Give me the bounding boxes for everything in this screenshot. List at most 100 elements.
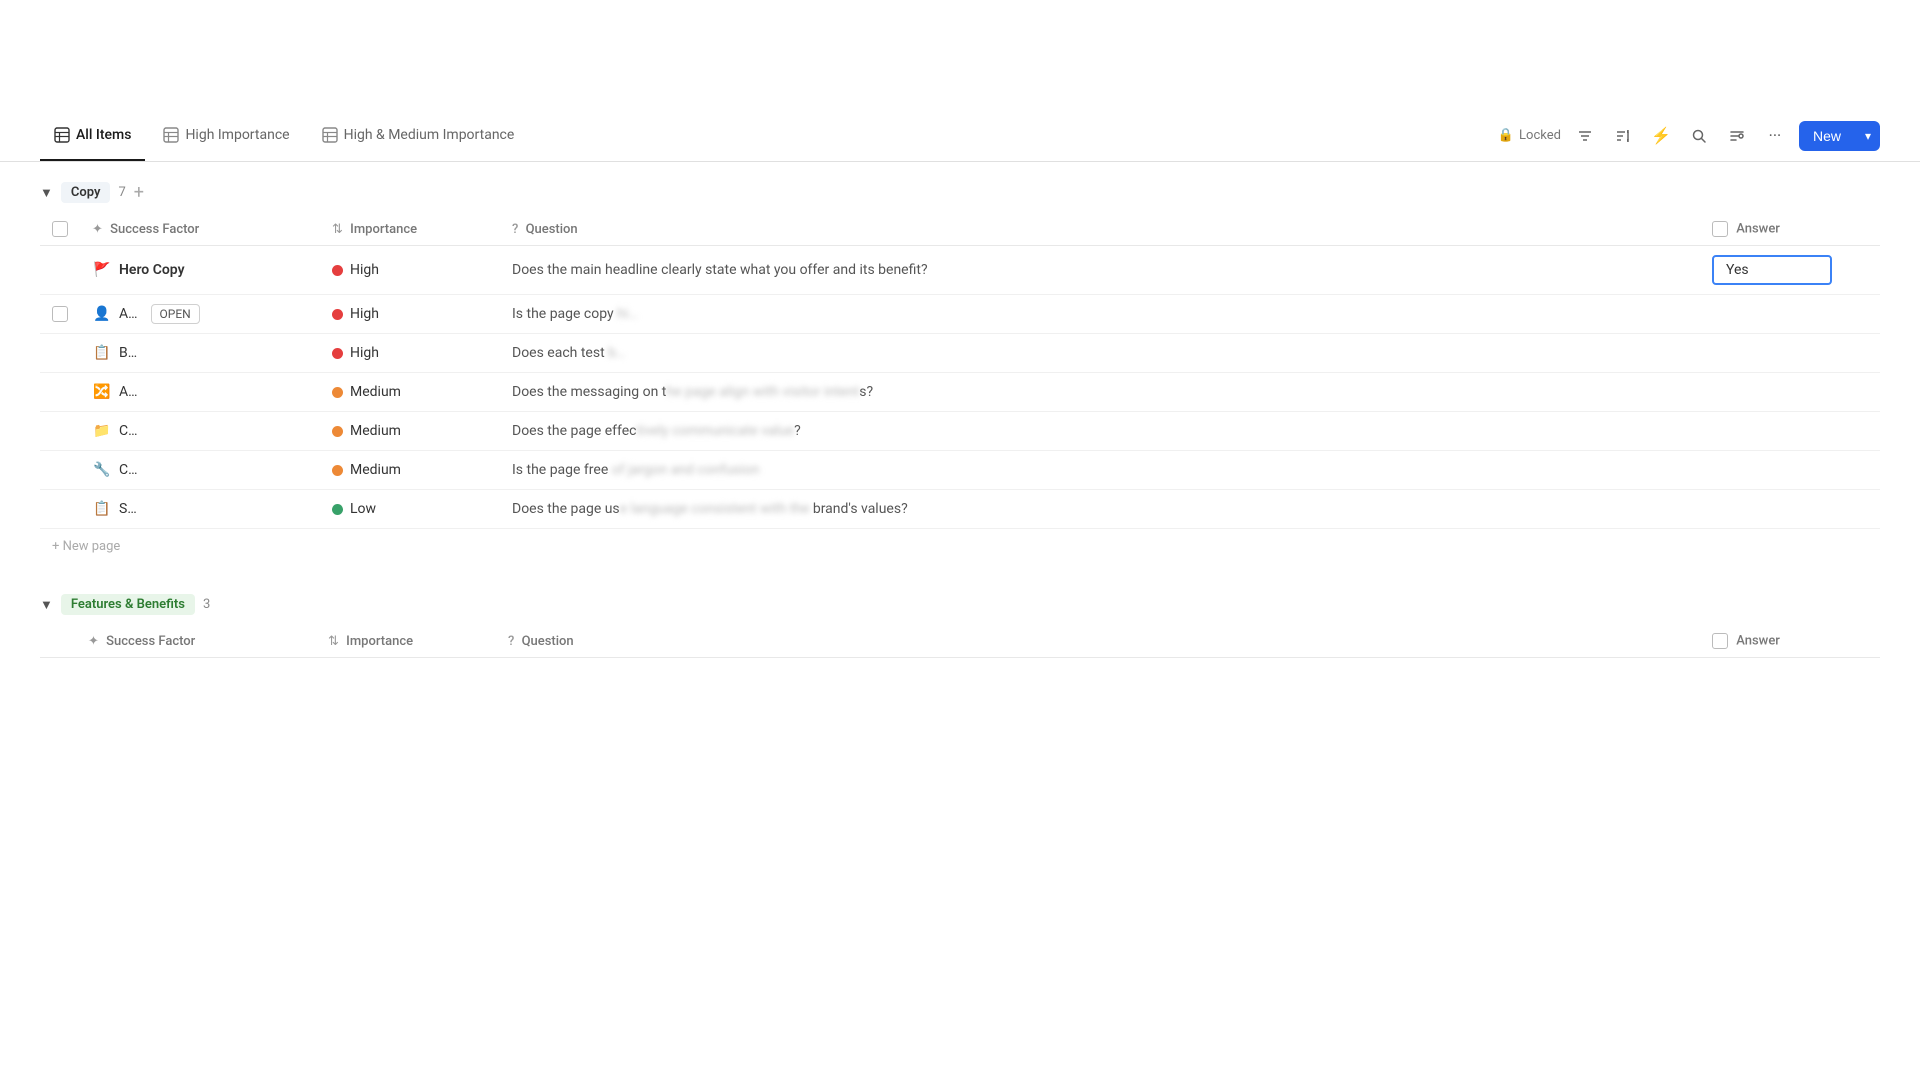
row-importance-3: High xyxy=(320,334,500,373)
table-icon-2 xyxy=(163,127,179,143)
answer-yes-hero[interactable]: Yes xyxy=(1712,255,1832,285)
tab-high-importance-label: High Importance xyxy=(185,127,289,143)
tabs-bar: All Items High Importance xyxy=(0,110,1920,162)
question-text-5-blurred: tively communicate value xyxy=(636,423,794,439)
row-question-hero: Does the main headline clearly state wha… xyxy=(500,246,1700,295)
features-header-answer: Answer xyxy=(1700,625,1880,658)
row-answer-hero[interactable]: Yes xyxy=(1700,246,1880,295)
row-answer-5 xyxy=(1700,412,1880,451)
header-checkbox[interactable] xyxy=(52,221,68,237)
tab-high-medium[interactable]: High & Medium Importance xyxy=(308,110,529,161)
row-sf-4[interactable]: 🔀 A… xyxy=(80,373,320,412)
features-group-label: Features & Benefits xyxy=(61,594,195,615)
header-question-label: Question xyxy=(526,222,578,237)
lightning-icon[interactable]: ⚡ xyxy=(1647,122,1675,150)
row-question-6: Is the page free of jargon and confusion xyxy=(500,451,1700,490)
row-check-2[interactable] xyxy=(40,295,80,334)
copy-table: ✦ Success Factor ⇅ Importance ? Question… xyxy=(40,213,1880,564)
features-table: ✦ Success Factor ⇅ Importance ? Question… xyxy=(40,625,1880,658)
row-importance-7: Low xyxy=(320,490,500,529)
importance-label-4: Medium xyxy=(350,384,401,400)
sort-icon[interactable] xyxy=(1609,122,1637,150)
row-sf-2[interactable]: 👤 A… OPEN xyxy=(80,295,320,334)
row-importance-2: High xyxy=(320,295,500,334)
row-question-2: Is the page copy hi… xyxy=(500,295,1700,334)
row-sf-7[interactable]: 📋 S… xyxy=(80,490,320,529)
row-question-5: Does the page effectively communicate va… xyxy=(500,412,1700,451)
importance-dot-hero xyxy=(332,265,343,276)
row-sf-6[interactable]: 🔧 C… xyxy=(80,451,320,490)
row-sf-5[interactable]: 📁 C… xyxy=(80,412,320,451)
features-question-icon: ? xyxy=(508,634,514,649)
row6-sf-name: C… xyxy=(119,462,137,478)
open-badge[interactable]: OPEN xyxy=(151,304,200,324)
importance-dot-7 xyxy=(332,504,343,515)
features-group-toggle[interactable]: ▼ xyxy=(40,597,53,613)
question-header-icon: ? xyxy=(512,222,518,237)
filter-icon[interactable] xyxy=(1571,122,1599,150)
question-text-6-blurred: of jargon and confusion xyxy=(608,462,759,478)
row7-sf-name: S… xyxy=(119,501,137,517)
importance-dot-3 xyxy=(332,348,343,359)
features-sf-icon: ✦ xyxy=(88,634,99,649)
row-answer-4 xyxy=(1700,373,1880,412)
importance-dot-5 xyxy=(332,426,343,437)
tab-all-items-label: All Items xyxy=(76,127,131,143)
search-icon[interactable] xyxy=(1685,122,1713,150)
features-header-sf-label: Success Factor xyxy=(106,634,195,649)
row-check-hero xyxy=(40,246,80,295)
section-gap xyxy=(40,564,1880,594)
question-text-2-blurred: hi… xyxy=(617,306,637,322)
row-check-7 xyxy=(40,490,80,529)
features-header-importance: ⇅ Importance xyxy=(316,625,496,658)
table-row: 🔀 A… Medium Does the messaging on the pa… xyxy=(40,373,1880,412)
row-importance-hero: High xyxy=(320,246,500,295)
question-text-4-blurred: he page align with visitor intent xyxy=(666,384,859,400)
features-header-question: ? Question xyxy=(496,625,1700,658)
row6-sf-icon: 🔧 xyxy=(92,460,112,480)
question-text-3-visible: Does each test xyxy=(512,345,608,361)
row2-checkbox[interactable] xyxy=(52,306,68,322)
row-sf-3[interactable]: 📋 B… xyxy=(80,334,320,373)
tab-all-items[interactable]: All Items xyxy=(40,110,145,161)
row2-sf-name: A… xyxy=(119,306,138,322)
new-page-label[interactable]: + New page xyxy=(52,539,120,554)
header-success-factor: ✦ Success Factor xyxy=(80,213,320,246)
question-text-7-visible: Does the page us xyxy=(512,501,620,517)
row5-sf-icon: 📁 xyxy=(92,421,112,441)
table-row: 👤 A… OPEN High Is the page copy hi… xyxy=(40,295,1880,334)
row7-sf-icon: 📋 xyxy=(92,499,112,519)
settings-icon[interactable] xyxy=(1723,122,1751,150)
importance-label-5: Medium xyxy=(350,423,401,439)
question-text-3-blurred: b… xyxy=(608,345,625,361)
more-icon[interactable]: ··· xyxy=(1761,122,1789,150)
row3-sf-name: B… xyxy=(119,345,137,361)
row-answer-6 xyxy=(1700,451,1880,490)
row-importance-6: Medium xyxy=(320,451,500,490)
new-button-label: New xyxy=(1799,121,1855,151)
table-row: 📁 C… Medium Does the page effectively co… xyxy=(40,412,1880,451)
table-row: 📋 S… Low Does the page use language cons… xyxy=(40,490,1880,529)
features-answer-checkbox xyxy=(1712,633,1728,649)
row-question-7: Does the page use language consistent wi… xyxy=(500,490,1700,529)
new-btn-dropdown-arrow[interactable]: ▾ xyxy=(1856,122,1880,150)
importance-dot-6 xyxy=(332,465,343,476)
new-page-cell[interactable]: + New page xyxy=(40,529,1880,565)
answer-header-checkbox xyxy=(1712,221,1728,237)
features-header-sf: ✦ Success Factor xyxy=(76,625,316,658)
copy-group-toggle[interactable]: ▼ xyxy=(40,185,53,201)
question-text-5-suffix: ? xyxy=(794,423,801,439)
features-importance-icon: ⇅ xyxy=(328,634,339,649)
question-text-hero: Does the main headline clearly state wha… xyxy=(512,262,928,278)
new-button[interactable]: New ▾ xyxy=(1799,121,1880,151)
copy-group-add[interactable]: + xyxy=(134,184,144,202)
row-importance-5: Medium xyxy=(320,412,500,451)
question-text-2-visible: Is the page copy xyxy=(512,306,617,322)
tab-high-importance[interactable]: High Importance xyxy=(149,110,303,161)
row4-sf-name: A… xyxy=(119,384,138,400)
importance-label-hero: High xyxy=(350,262,379,278)
hero-sf-icon: 🚩 xyxy=(92,260,112,280)
row-sf-hero[interactable]: 🚩 Hero Copy xyxy=(80,246,320,295)
row-check-4 xyxy=(40,373,80,412)
new-page-row[interactable]: + New page xyxy=(40,529,1880,565)
